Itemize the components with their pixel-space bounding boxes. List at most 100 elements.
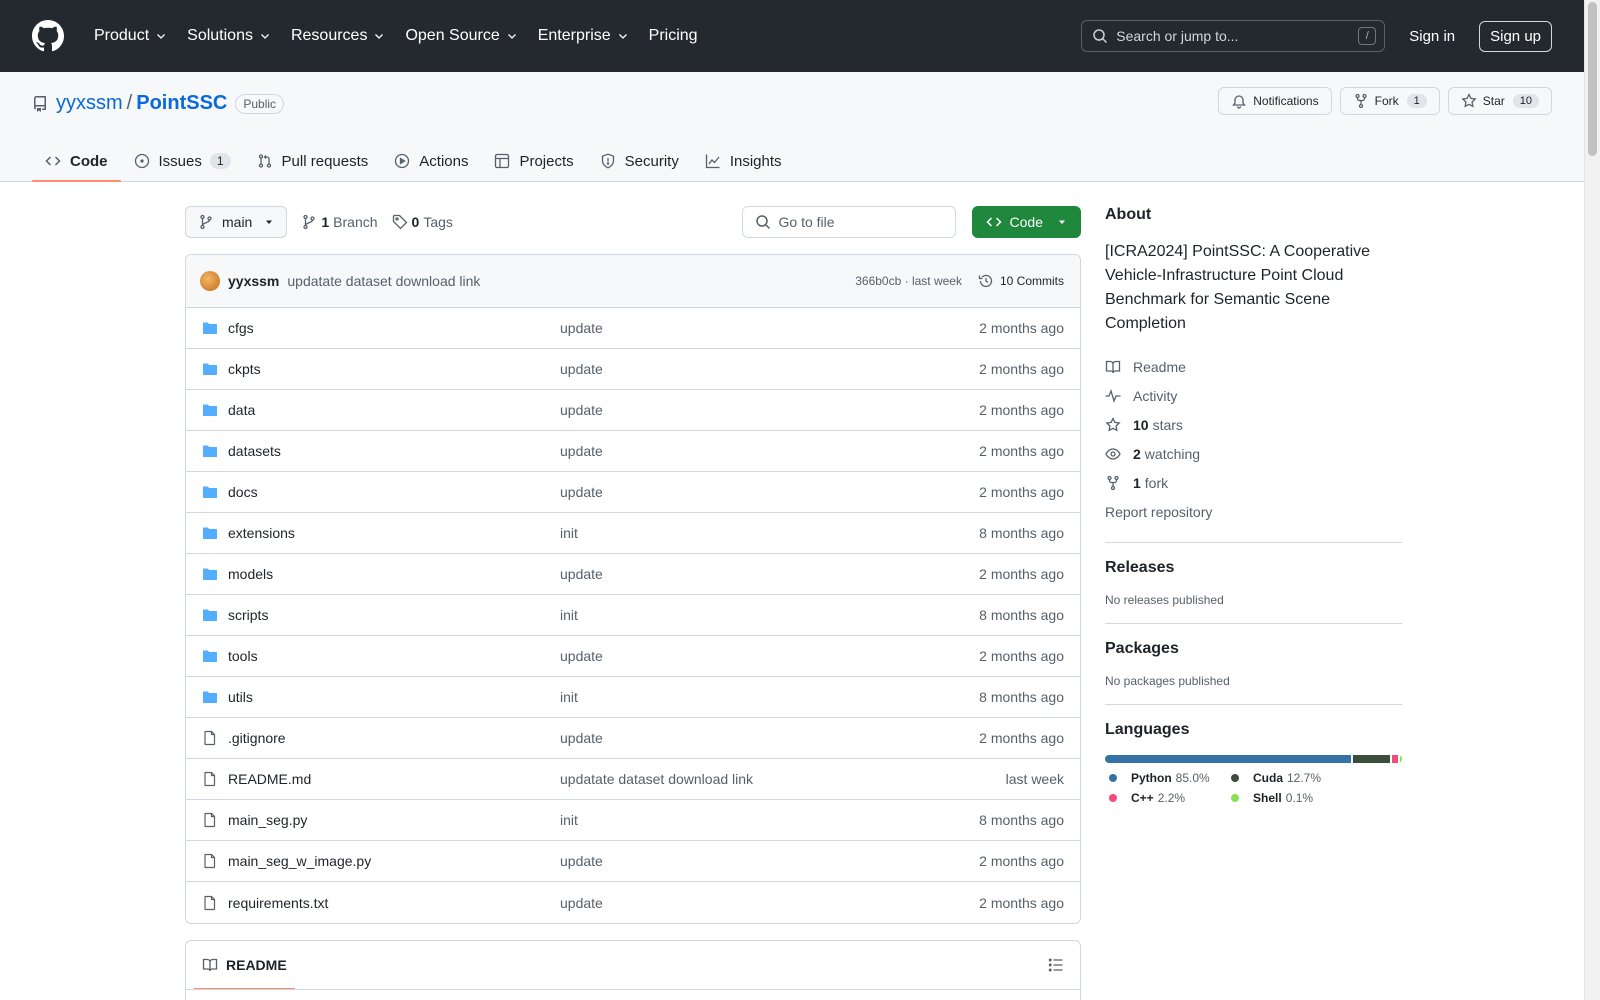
forks-count: 1	[1133, 474, 1141, 491]
tab-actions[interactable]: Actions	[381, 140, 481, 182]
sign-up-button[interactable]: Sign up	[1479, 20, 1552, 52]
repo-name-link[interactable]: PointSSC	[136, 92, 227, 115]
file-commit-message-link[interactable]: update	[560, 484, 979, 500]
notifications-label: Notifications	[1253, 94, 1319, 108]
file-commit-message-link[interactable]: init	[560, 812, 979, 828]
github-logo-icon[interactable]	[32, 20, 64, 52]
file-commit-message-link[interactable]: update	[560, 361, 979, 377]
packages-empty-text: No packages published	[1105, 674, 1230, 688]
nav-product[interactable]: Product	[84, 20, 177, 52]
fork-button[interactable]: Fork 1	[1339, 87, 1440, 115]
file-commit-message-link[interactable]: update	[560, 320, 979, 336]
file-commit-message-link[interactable]: init	[560, 607, 979, 623]
page-scrollbar[interactable]	[1584, 0, 1600, 1000]
language-item[interactable]: Shell 0.1%	[1227, 791, 1349, 805]
repo-icon	[33, 95, 46, 112]
branch-bar: main 1 Branch 0 Tags Go to file Code	[185, 206, 1081, 238]
forks-link[interactable]: 1 fork	[1105, 468, 1402, 497]
commit-meta-separator: ·	[901, 274, 912, 288]
file-name-link[interactable]: main_seg.py	[228, 812, 560, 828]
language-item[interactable]: Python 85.0%	[1105, 771, 1227, 785]
file-name-link[interactable]: tools	[228, 648, 560, 664]
folder-icon	[203, 363, 217, 375]
tab-pull-requests[interactable]: Pull requests	[244, 140, 382, 182]
nav-enterprise[interactable]: Enterprise	[528, 20, 639, 52]
file-commit-message-link[interactable]: update	[560, 730, 979, 746]
nav-pricing[interactable]: Pricing	[639, 20, 708, 52]
branches-link[interactable]: 1 Branch	[301, 214, 378, 230]
file-name-link[interactable]: utils	[228, 689, 560, 705]
folder-icon	[203, 691, 217, 703]
watching-link[interactable]: 2 watching	[1105, 439, 1402, 468]
tab-projects[interactable]: Projects	[481, 140, 586, 182]
file-name-link[interactable]: data	[228, 402, 560, 418]
notifications-button[interactable]: Notifications	[1218, 87, 1332, 115]
file-commit-message-link[interactable]: update	[560, 566, 979, 582]
file-name-link[interactable]: datasets	[228, 443, 560, 459]
tab-issues[interactable]: Issues 1	[121, 140, 244, 182]
readme-link[interactable]: Readme	[1105, 352, 1402, 381]
sign-in-link[interactable]: Sign in	[1409, 28, 1455, 45]
file-commit-message-link[interactable]: update	[560, 895, 979, 911]
readme-tab[interactable]: README	[194, 941, 295, 990]
nav-solutions[interactable]: Solutions	[177, 20, 281, 52]
commits-history-link[interactable]: 10 Commits	[978, 273, 1064, 289]
file-commit-message-link[interactable]: updatate dataset download link	[560, 771, 1006, 787]
file-name-link[interactable]: docs	[228, 484, 560, 500]
packages-heading[interactable]: Packages	[1105, 640, 1402, 658]
file-commit-message-link[interactable]: update	[560, 648, 979, 664]
commit-author-link[interactable]: yyxssm	[228, 273, 279, 289]
language-item[interactable]: C++ 2.2%	[1105, 791, 1227, 805]
scrollbar-thumb[interactable]	[1588, 2, 1597, 156]
nav-resources[interactable]: Resources	[281, 20, 395, 52]
file-commit-message-link[interactable]: init	[560, 525, 979, 541]
file-commit-age: 8 months ago	[979, 525, 1064, 541]
file-name-link[interactable]: models	[228, 566, 560, 582]
file-name-link[interactable]: cfgs	[228, 320, 560, 336]
star-button[interactable]: Star 10	[1447, 87, 1552, 115]
nav-open-source[interactable]: Open Source	[395, 20, 527, 52]
file-commit-message-link[interactable]: update	[560, 402, 979, 418]
tab-code[interactable]: Code	[32, 140, 121, 182]
branch-select-button[interactable]: main	[185, 206, 288, 238]
branch-count: 1	[321, 214, 330, 230]
table-row: datasets update 2 months ago	[186, 431, 1080, 472]
report-repository-link[interactable]: Report repository	[1105, 497, 1402, 526]
file-name-link[interactable]: .gitignore	[228, 730, 560, 746]
activity-link[interactable]: Activity	[1105, 381, 1402, 410]
language-color-dot	[1231, 774, 1239, 782]
file-commit-age: 2 months ago	[979, 484, 1064, 500]
language-color-dot	[1109, 794, 1117, 802]
tags-link[interactable]: 0 Tags	[392, 214, 453, 230]
file-name-link[interactable]: ckpts	[228, 361, 560, 377]
file-name-link[interactable]: requirements.txt	[228, 895, 560, 911]
repo-owner-link[interactable]: yyxssm	[56, 92, 123, 115]
file-icon	[204, 771, 216, 787]
commit-message-link[interactable]: updatate dataset download link	[287, 273, 480, 289]
code-dropdown-button[interactable]: Code	[971, 206, 1081, 238]
header-right: Search or jump to... / Sign in Sign up	[1081, 20, 1552, 52]
releases-heading[interactable]: Releases	[1105, 559, 1402, 577]
stars-link[interactable]: 10 stars	[1105, 410, 1402, 439]
file-name-link[interactable]: main_seg_w_image.py	[228, 853, 560, 869]
list-unordered-icon[interactable]	[1048, 957, 1064, 973]
go-to-file-input[interactable]: Go to file	[741, 206, 956, 238]
language-item[interactable]: Cuda 12.7%	[1227, 771, 1349, 785]
file-name-link[interactable]: scripts	[228, 607, 560, 623]
folder-icon	[203, 486, 217, 498]
file-name-link[interactable]: extensions	[228, 525, 560, 541]
tag-icon	[392, 214, 407, 230]
file-commit-message-link[interactable]: update	[560, 443, 979, 459]
avatar[interactable]	[200, 271, 220, 291]
file-commit-message-link[interactable]: update	[560, 853, 979, 869]
tab-insights[interactable]: Insights	[692, 140, 795, 182]
stars-count: 10	[1133, 416, 1149, 433]
language-name: Cuda	[1253, 771, 1283, 785]
file-name-link[interactable]: README.md	[228, 771, 560, 787]
language-bar-segment	[1105, 755, 1352, 763]
search-input[interactable]: Search or jump to... /	[1081, 20, 1386, 52]
table-row: utils init 8 months ago	[186, 677, 1080, 718]
commit-hash-link[interactable]: 366b0cb	[855, 274, 901, 288]
file-commit-message-link[interactable]: init	[560, 689, 979, 705]
tab-security[interactable]: Security	[587, 140, 692, 182]
